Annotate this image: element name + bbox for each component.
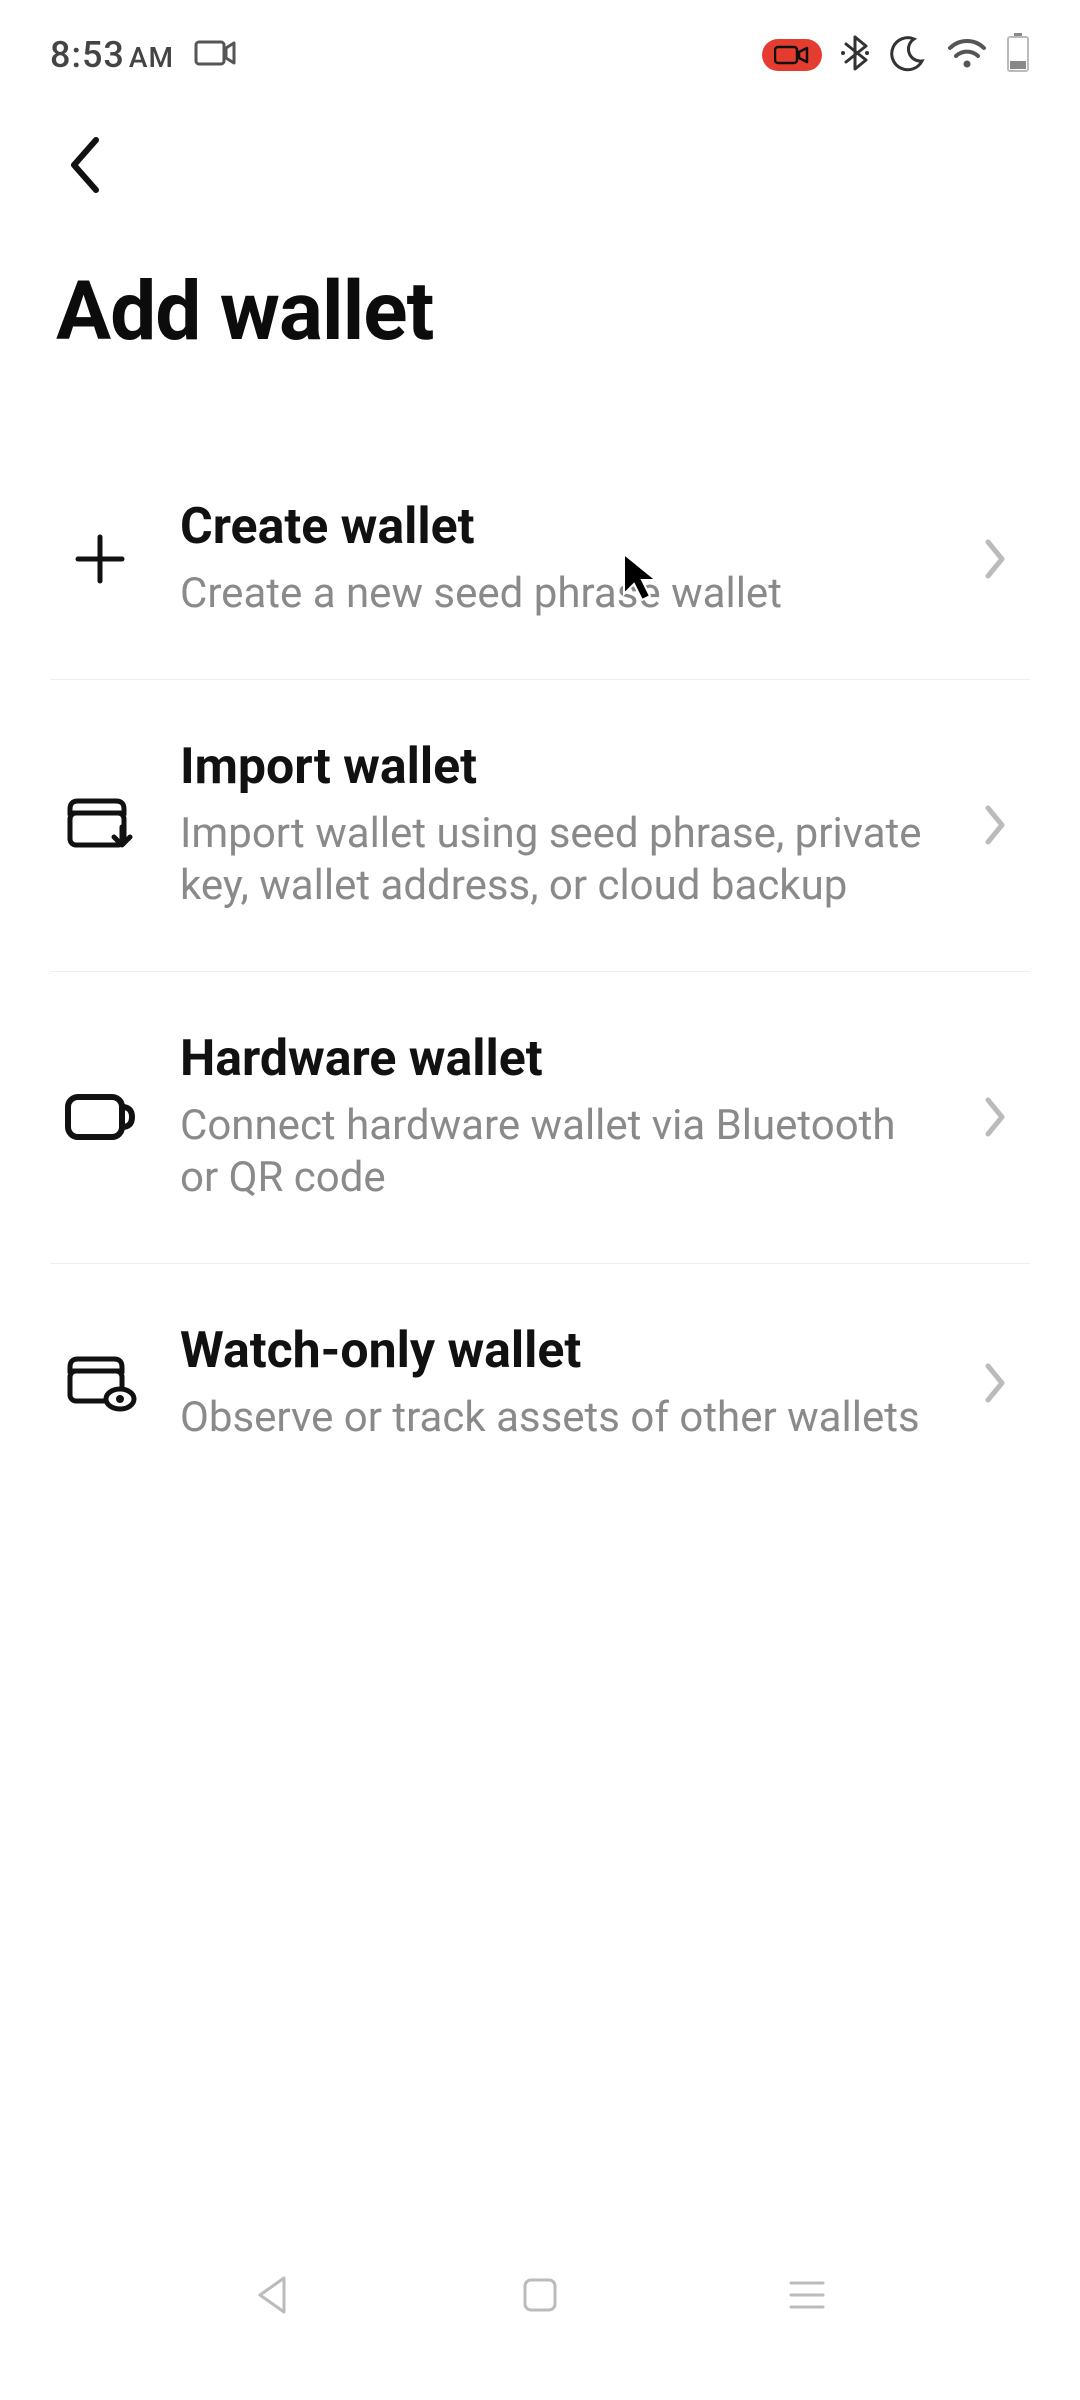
option-hardware-wallet[interactable]: Hardware wallet Connect hardware wallet … xyxy=(50,972,1030,1264)
video-record-icon xyxy=(194,38,238,72)
nav-back-button[interactable] xyxy=(238,2260,308,2330)
system-navbar xyxy=(0,2230,1080,2360)
status-ampm: AM xyxy=(129,41,174,74)
chevron-right-icon xyxy=(970,1358,1020,1408)
hardware-wallet-icon xyxy=(60,1089,140,1145)
option-desc: Import wallet using seed phrase, private… xyxy=(180,808,930,913)
nav-home-button[interactable] xyxy=(505,2260,575,2330)
status-time: 8:53AM xyxy=(50,34,174,76)
status-right xyxy=(762,33,1030,77)
battery-icon xyxy=(1006,33,1030,77)
chevron-right-icon xyxy=(970,534,1020,584)
option-desc: Observe or track assets of other wallets xyxy=(180,1392,930,1445)
status-left: 8:53AM xyxy=(50,34,238,76)
app-header xyxy=(0,100,1080,234)
watch-wallet-icon xyxy=(60,1353,140,1413)
screen-record-badge xyxy=(762,39,822,71)
option-import-wallet[interactable]: Import wallet Import wallet using seed p… xyxy=(50,680,1030,972)
nav-recent-button[interactable] xyxy=(772,2260,842,2330)
option-title: Create wallet xyxy=(180,498,930,556)
option-desc: Create a new seed phrase wallet xyxy=(180,568,930,621)
status-bar: 8:53AM xyxy=(0,0,1080,100)
option-title: Hardware wallet xyxy=(180,1030,930,1088)
page-title: Add wallet xyxy=(0,234,1080,440)
chevron-right-icon xyxy=(970,1092,1020,1142)
wifi-icon xyxy=(946,36,988,74)
back-button[interactable] xyxy=(60,185,110,204)
plus-icon xyxy=(60,527,140,591)
wallet-import-icon xyxy=(60,793,140,857)
option-desc: Connect hardware wallet via Bluetooth or… xyxy=(180,1100,930,1205)
moon-dnd-icon xyxy=(888,33,928,77)
options-list: Create wallet Create a new seed phrase w… xyxy=(0,440,1080,1502)
bluetooth-icon xyxy=(840,33,870,77)
option-title: Import wallet xyxy=(180,738,930,796)
option-create-wallet[interactable]: Create wallet Create a new seed phrase w… xyxy=(50,440,1030,680)
status-time-value: 8:53 xyxy=(50,34,125,76)
option-watch-only-wallet[interactable]: Watch-only wallet Observe or track asset… xyxy=(50,1264,1030,1503)
option-title: Watch-only wallet xyxy=(180,1322,930,1380)
chevron-right-icon xyxy=(970,800,1020,850)
